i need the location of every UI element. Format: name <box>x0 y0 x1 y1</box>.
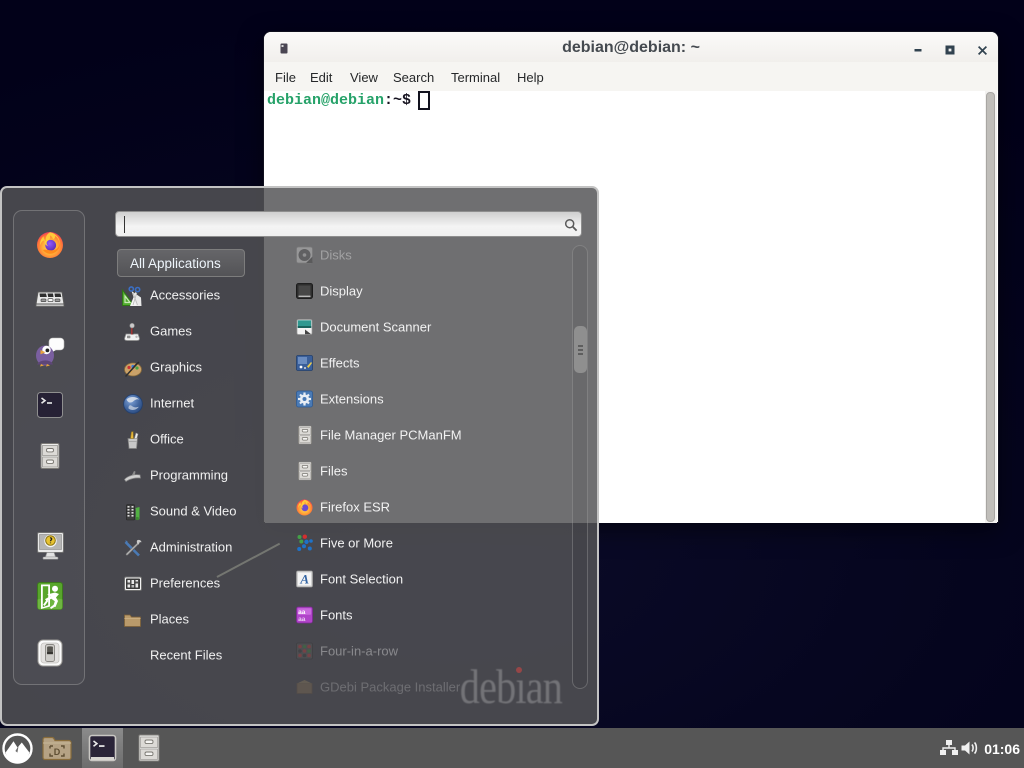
svg-text:aa: aa <box>298 609 306 616</box>
svg-text:A: A <box>299 572 309 587</box>
svg-text:aa: aa <box>298 616 306 623</box>
svg-text:D: D <box>54 747 61 757</box>
